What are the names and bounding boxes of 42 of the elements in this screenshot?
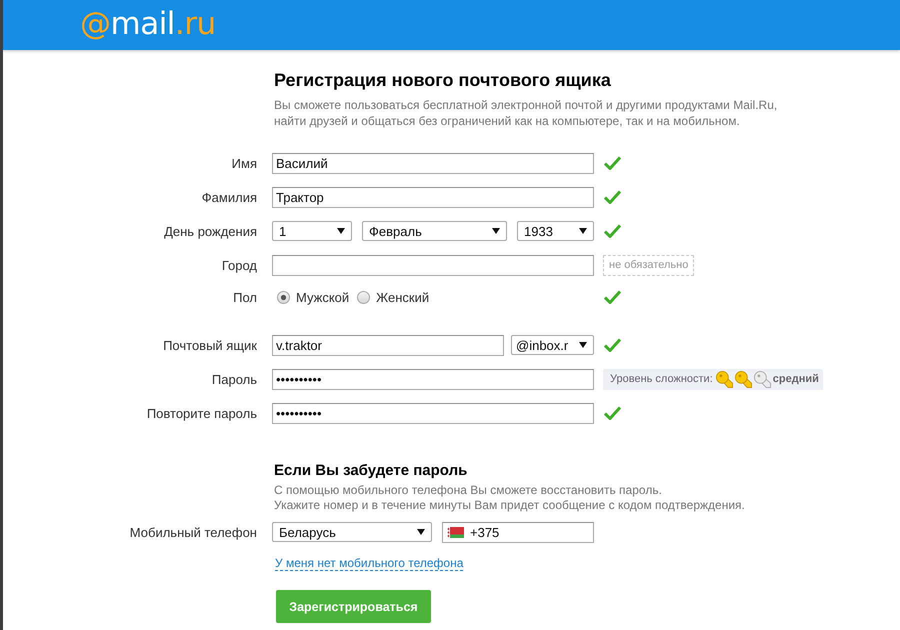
domain-select[interactable]: @inbox.r (511, 335, 594, 355)
phone-input[interactable]: +375 (442, 522, 594, 542)
radio-label[interactable]: Женский (376, 290, 430, 304)
radio-button[interactable] (277, 290, 290, 304)
field-label: День рождения (164, 224, 257, 238)
strength-value: средний (772, 373, 819, 385)
field-label: Повторите пароль (146, 406, 257, 420)
field-label: Имя (232, 156, 257, 170)
password-input[interactable]: •••••••••• (272, 402, 594, 424)
text-input[interactable]: Трактор (272, 186, 594, 208)
caret-icon (492, 228, 500, 234)
field-label: Фамилия (202, 190, 257, 204)
radio-button[interactable] (357, 290, 370, 304)
strength-label: Уровень сложности: (610, 373, 713, 385)
mailbox-input[interactable]: v.traktor (272, 334, 504, 356)
text-input[interactable] (272, 254, 594, 276)
key-icon (716, 370, 733, 388)
radio-label[interactable]: Мужской (296, 290, 350, 304)
no-phone-link[interactable]: У меня нет мобильного телефона (275, 556, 464, 570)
field-label: Пароль (212, 372, 257, 386)
field-label: Пол (233, 290, 257, 304)
caret-icon (337, 228, 345, 234)
caret-icon (417, 529, 425, 535)
password-input[interactable]: •••••••••• (272, 368, 594, 390)
date-select[interactable]: Февраль (362, 221, 507, 241)
recovery-text: С помощью мобильного телефона Вы сможете восстановить пароль. Укажите номер и в течение минуты Вам придет сообщение с кодом подтверждения. (274, 483, 746, 513)
key-icon (734, 370, 752, 388)
country-select[interactable]: Беларусь (272, 522, 432, 542)
date-select[interactable]: 1 (272, 221, 352, 241)
field-label: Мобильный телефон (130, 524, 257, 540)
section-title: Если Вы забудете пароль (274, 462, 468, 480)
date-select[interactable]: 1933 (517, 221, 594, 241)
caret-icon (579, 228, 587, 234)
page-title: Регистрация нового почтового ящика (274, 69, 612, 91)
text-input[interactable]: Василий (272, 152, 594, 174)
field-label: Город (222, 258, 257, 272)
caret-icon (579, 342, 587, 348)
field-label: Почтовый ящик (163, 338, 257, 352)
optional-hint: не обязательно (603, 254, 694, 276)
intro-text: Вы сможете пользоваться бесплатной электронной почтой и другими продуктами Mail.Ru, найти друзей и общаться без ограничений как на компьютере, так и на мобильном. (274, 97, 778, 129)
logo[interactable]: @mail.ru (80, 6, 216, 42)
flag-icon (447, 526, 464, 538)
